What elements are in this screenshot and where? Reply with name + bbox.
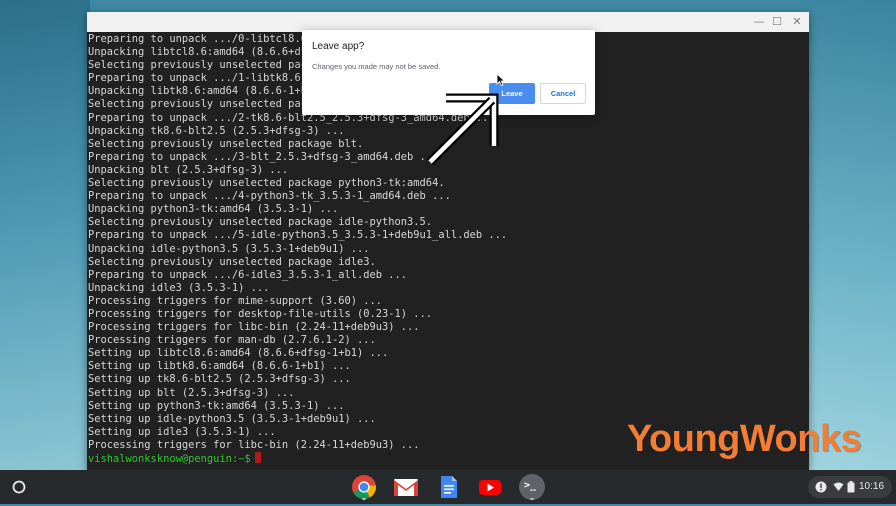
status-area[interactable]: 10:16 [808, 476, 892, 498]
gmail-icon [394, 479, 418, 496]
terminal-line: Setting up blt (2.5.3+dfsg-3) ... [88, 386, 295, 399]
terminal-line: Preparing to unpack .../4-python3-tk_3.5… [88, 190, 451, 203]
docs-app[interactable] [434, 473, 462, 501]
terminal-line: Setting up libtk8.6:amd64 (8.6.6-1+b1) .… [88, 360, 351, 373]
terminal-line: Unpacking idle3 (3.5.3-1) ... [88, 281, 270, 294]
terminal-line: Setting up tk8.6-blt2.5 (2.5.3+dfsg-3) .… [88, 373, 351, 386]
clock: 10:16 [859, 481, 885, 492]
chrome-icon [352, 475, 376, 500]
cancel-button[interactable]: Cancel [540, 83, 586, 104]
terminal-line: Processing triggers for desktop-file-uti… [88, 307, 433, 320]
terminal-line: Setting up libtcl8.6:amd64 (8.6.6+dfsg-1… [88, 347, 389, 360]
terminal-line: Processing triggers for mime-support (3.… [88, 294, 383, 307]
terminal-line: Processing triggers for man-db (2.7.6.1-… [88, 334, 376, 347]
wallpaper-right [806, 0, 896, 470]
terminal-cursor [254, 452, 261, 463]
chrome-running-dot [362, 498, 366, 500]
terminal-line: Preparing to unpack .../6-idle3_3.5.3-1_… [88, 268, 408, 281]
terminal-line: Unpacking idle-python3.5 (3.5.3-1+deb9u1… [88, 242, 370, 255]
mouse-pointer-icon [496, 73, 506, 87]
terminal-line: Selecting previously unselected package … [88, 216, 433, 229]
launcher-icon[interactable] [9, 477, 29, 497]
minimize-icon[interactable]: — [752, 15, 766, 29]
gmail-app[interactable] [392, 473, 420, 501]
terminal-line: Preparing to unpack .../5-idle-python3.5… [88, 229, 508, 242]
close-icon[interactable]: ✕ [790, 15, 804, 29]
terminal-titlebar[interactable]: — ☐ ✕ [87, 12, 809, 32]
chrome-app[interactable] [350, 473, 378, 501]
youtube-app[interactable] [476, 473, 504, 501]
wifi-icon [833, 482, 844, 491]
dialog-message: Changes you made may not be saved. [312, 62, 441, 71]
chromeos-shelf: >_ 10:16 [0, 470, 896, 504]
battery-icon [847, 481, 855, 493]
terminal-line: Unpacking python3-tk:amd64 (3.5.3-1) ... [88, 203, 339, 216]
terminal-line: Processing triggers for libc-bin (2.24-1… [88, 321, 420, 334]
wallpaper-left [0, 0, 90, 470]
terminal-line: Selecting previously unselected package … [88, 255, 376, 268]
terminal-line: Selecting previously unselected package … [88, 177, 445, 190]
terminal-running-dot [530, 498, 534, 500]
notification-icon [815, 481, 827, 493]
terminal-prompt: vishalwonksknow@penguin:~$ [88, 453, 251, 465]
terminal-app[interactable]: >_ [518, 473, 546, 501]
youngwonks-watermark: YoungWonks [627, 418, 862, 460]
dialog-title: Leave app? [312, 41, 365, 52]
terminal-line: Setting up python3-tk:amd64 (3.5.3-1) ..… [88, 399, 345, 412]
youtube-icon [479, 480, 501, 495]
maximize-icon[interactable]: ☐ [770, 15, 784, 29]
docs-icon [441, 476, 457, 498]
annotation-arrow-icon [426, 93, 499, 166]
terminal-glyph: >_ [524, 480, 537, 491]
